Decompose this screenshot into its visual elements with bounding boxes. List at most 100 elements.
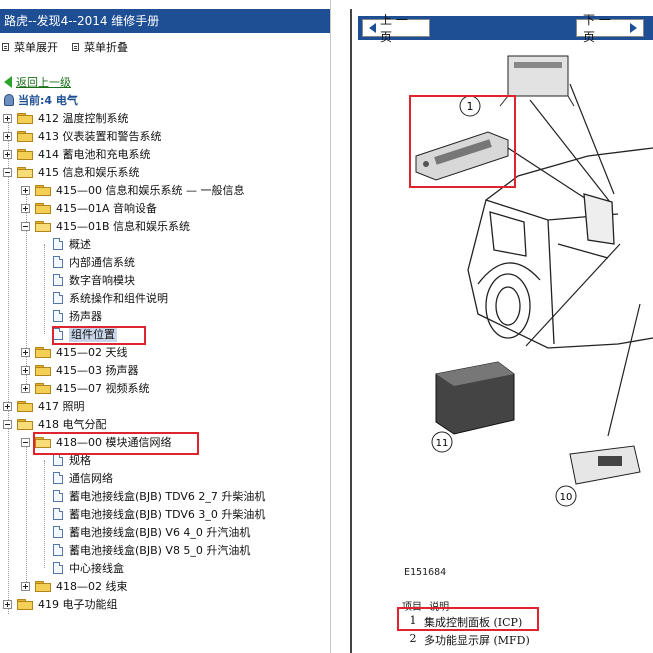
folder-open-icon <box>17 418 33 430</box>
tree-page-component-location[interactable]: 组件位置 <box>53 325 117 343</box>
folder-icon <box>17 400 33 412</box>
tree-item-label[interactable]: 415—02 天线 <box>56 344 128 360</box>
arrow-left-icon <box>369 23 376 33</box>
tree-item-label-selected[interactable]: 组件位置 <box>69 326 117 342</box>
expand-toggle-icon[interactable] <box>21 383 30 393</box>
tree-page-bjb-v8-50[interactable]: 蓄电池接线盒(BJB) V8 5_0 升汽油机 <box>53 541 250 559</box>
tree-item-415-00[interactable]: 415—00 信息和娱乐系统 — 一般信息 <box>21 181 244 199</box>
tree-item-label[interactable]: 蓄电池接线盒(BJB) V6 4_0 升汽油机 <box>69 524 250 540</box>
tree-item-label[interactable]: 概述 <box>69 236 91 252</box>
tree-item-414[interactable]: 414 蓄电池和充电系统 <box>3 145 151 163</box>
divider-line <box>350 9 352 653</box>
figure-id: E151684 <box>404 567 447 578</box>
arrow-right-icon <box>630 23 637 33</box>
tree-page-speakers[interactable]: 扬声器 <box>53 307 102 325</box>
expand-toggle-icon[interactable] <box>21 185 30 195</box>
tree-page-bjb-tdv6-30[interactable]: 蓄电池接线盒(BJB) TDV6 3_0 升柴油机 <box>53 505 265 523</box>
tree-item-label[interactable]: 418—02 线束 <box>56 578 128 594</box>
legend-number: 1 <box>409 614 417 627</box>
tree-item-419[interactable]: 419 电子功能组 <box>3 595 118 613</box>
tree-item-label[interactable]: 规格 <box>69 452 91 468</box>
tree-item-label[interactable]: 415 信息和娱乐系统 <box>38 164 140 180</box>
expand-toggle-icon[interactable] <box>3 599 12 609</box>
tree-page-audio-module[interactable]: 数字音响模块 <box>53 271 135 289</box>
collapse-toggle-icon[interactable] <box>3 419 12 429</box>
expand-toggle-icon[interactable] <box>21 203 30 213</box>
expand-toggle-icon[interactable] <box>3 149 12 159</box>
tree-item-label[interactable]: 415—03 扬声器 <box>56 362 139 378</box>
tree-item-412[interactable]: 412 温度控制系统 <box>3 109 129 127</box>
collapse-toggle-icon[interactable] <box>21 437 30 447</box>
tree-item-label[interactable]: 412 温度控制系统 <box>38 110 129 126</box>
tree-item-label[interactable]: 413 仪表装置和警告系统 <box>38 128 162 144</box>
tree-item-label[interactable]: 蓄电池接线盒(BJB) V8 5_0 升汽油机 <box>69 542 250 558</box>
panel-divider[interactable] <box>330 0 359 653</box>
tree-item-label[interactable]: 中心接线盒 <box>69 560 124 576</box>
previous-page-button[interactable]: 上 一 页 <box>362 13 430 44</box>
tree-item-label[interactable]: 415—01B 信息和娱乐系统 <box>56 218 190 234</box>
tree-item-label[interactable]: 415—01A 音响设备 <box>56 200 157 216</box>
tree-item-label[interactable]: 417 照明 <box>38 398 85 414</box>
tree-item-413[interactable]: 413 仪表装置和警告系统 <box>3 127 162 145</box>
tree-item-417[interactable]: 417 照明 <box>3 397 85 415</box>
page-icon <box>53 238 63 250</box>
tree-item-418[interactable]: 418 电气分配 <box>3 415 107 433</box>
page-icon <box>53 544 63 556</box>
back-link[interactable]: 返回上一级 <box>16 74 71 90</box>
expand-menu-button[interactable]: 菜单展开 <box>2 39 58 55</box>
tree-item-label[interactable]: 内部通信系统 <box>69 254 135 270</box>
tree-item-418-02[interactable]: 418—02 线束 <box>21 577 128 595</box>
tree-item-label[interactable]: 414 蓄电池和充电系统 <box>38 146 151 162</box>
tree-page-bjb-v6-40[interactable]: 蓄电池接线盒(BJB) V6 4_0 升汽油机 <box>53 523 250 541</box>
expand-toggle-icon[interactable] <box>3 401 12 411</box>
expand-toggle-icon[interactable] <box>21 581 30 591</box>
tree-page-specifications[interactable]: 规格 <box>53 451 91 469</box>
page-icon <box>53 292 63 304</box>
collapse-menu-button[interactable]: 菜单折叠 <box>72 39 128 55</box>
page-icon <box>53 562 63 574</box>
collapse-toggle-icon[interactable] <box>3 167 12 177</box>
tree-item-label[interactable]: 通信网络 <box>69 470 113 486</box>
legend-number: 2 <box>409 632 417 645</box>
tree-item-label[interactable]: 418 电气分配 <box>38 416 107 432</box>
tree-line <box>8 118 9 614</box>
collapse-toggle-icon[interactable] <box>21 221 30 231</box>
back-link-row: 返回上一级 <box>4 74 71 90</box>
tree-item-label[interactable]: 419 电子功能组 <box>38 596 118 612</box>
back-arrow-icon[interactable] <box>4 76 12 88</box>
tree-page-overview[interactable]: 概述 <box>53 235 91 253</box>
page-icon <box>53 508 63 520</box>
tree-page-network[interactable]: 通信网络 <box>53 469 113 487</box>
tree-page-system-operation[interactable]: 系统操作和组件说明 <box>53 289 168 307</box>
legend-description: 多功能显示屏 (MFD) <box>424 634 530 647</box>
tree-page-bjb-tdv6-27[interactable]: 蓄电池接线盒(BJB) TDV6 2_7 升柴油机 <box>53 487 265 505</box>
tree-item-label[interactable]: 418—00 模块通信网络 <box>56 434 172 450</box>
legend-header-item: 项目 <box>402 602 422 613</box>
tree-item-label[interactable]: 蓄电池接线盒(BJB) TDV6 3_0 升柴油机 <box>69 506 265 522</box>
folder-icon <box>35 184 51 196</box>
tree-item-415[interactable]: 415 信息和娱乐系统 <box>3 163 140 181</box>
tree-item-label[interactable]: 415—07 视频系统 <box>56 380 150 396</box>
tree-item-415-02[interactable]: 415—02 天线 <box>21 343 128 361</box>
expand-toggle-icon[interactable] <box>3 131 12 141</box>
tree-page-central-junction-box[interactable]: 中心接线盒 <box>53 559 124 577</box>
expand-toggle-icon[interactable] <box>21 365 30 375</box>
expand-toggle-icon[interactable] <box>21 347 30 357</box>
page-icon <box>53 328 63 340</box>
folder-open-icon <box>35 436 51 448</box>
expand-toggle-icon[interactable] <box>3 113 12 123</box>
tree-item-label[interactable]: 扬声器 <box>69 308 102 324</box>
module-box-icon <box>435 361 515 435</box>
tree-page-intercom[interactable]: 内部通信系统 <box>53 253 135 271</box>
tree-item-label[interactable]: 数字音响模块 <box>69 272 135 288</box>
tree-item-label[interactable]: 415—00 信息和娱乐系统 — 一般信息 <box>56 182 244 198</box>
tree-item-415-01a[interactable]: 415—01A 音响设备 <box>21 199 157 217</box>
tree-item-415-01b[interactable]: 415—01B 信息和娱乐系统 <box>21 217 190 235</box>
tree-item-label[interactable]: 系统操作和组件说明 <box>69 290 168 306</box>
tree-item-415-07[interactable]: 415—07 视频系统 <box>21 379 150 397</box>
tree-item-415-03[interactable]: 415—03 扬声器 <box>21 361 139 379</box>
next-page-button[interactable]: 下 一 页 <box>576 13 644 44</box>
tree-item-418-00[interactable]: 418—00 模块通信网络 <box>21 433 172 451</box>
page-icon <box>53 454 63 466</box>
tree-item-label[interactable]: 蓄电池接线盒(BJB) TDV6 2_7 升柴油机 <box>69 488 265 504</box>
